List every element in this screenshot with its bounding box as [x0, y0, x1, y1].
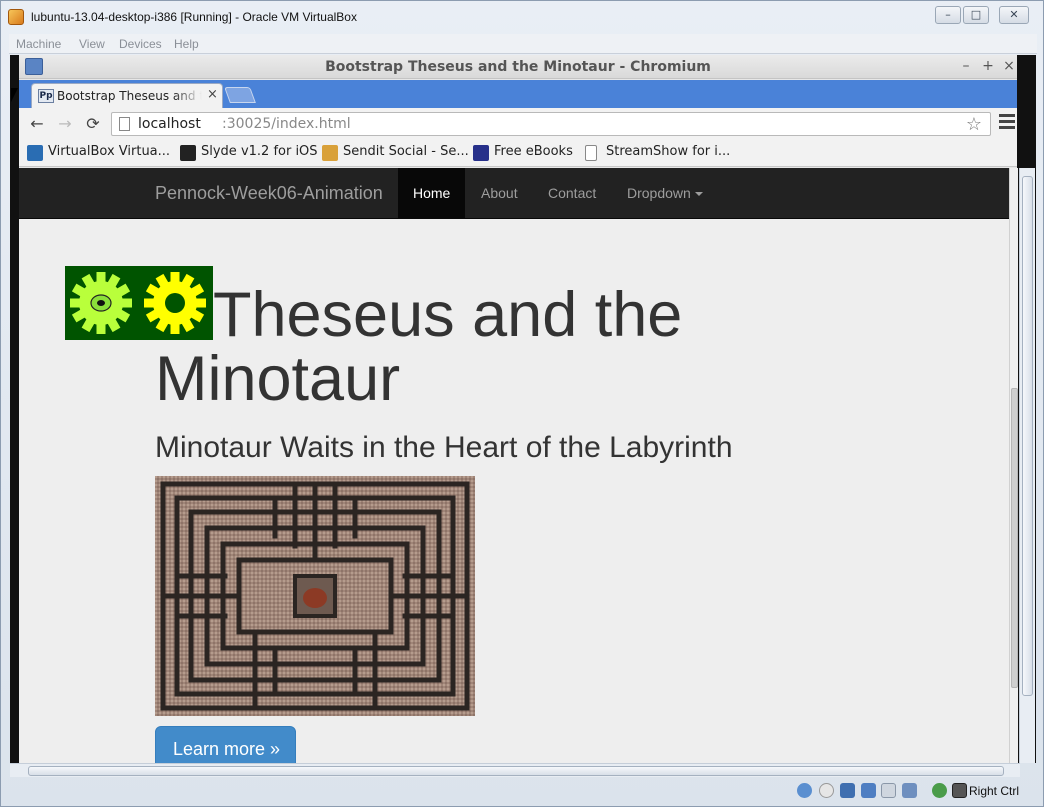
network-icon[interactable]: [861, 783, 876, 798]
menu-devices[interactable]: Devices: [119, 37, 162, 51]
keyboard-capture-icon[interactable]: [952, 783, 967, 798]
heading-line-1: Theseus and the: [213, 280, 683, 350]
vbox-maximize-button[interactable]: □: [963, 6, 989, 24]
display-icon[interactable]: [902, 783, 917, 798]
address-bar[interactable]: localhost :30025/index.html ☆: [111, 112, 991, 136]
hard-disk-icon[interactable]: [797, 783, 812, 798]
vbox-hscroll-thumb[interactable]: [28, 766, 1004, 776]
vbox-titlebar: lubuntu-13.04-desktop-i386 [Running] - O…: [1, 1, 1043, 33]
mouse-cursor-icon: [11, 88, 18, 102]
tab-strip: Pp Bootstrap Theseus and the Minotaur ×: [19, 80, 1017, 108]
vbox-vertical-scrollbar[interactable]: [1019, 168, 1035, 763]
virtualbox-window: lubuntu-13.04-desktop-i386 [Running] - O…: [0, 0, 1044, 807]
chromium-window: Bootstrap Theseus and the Minotaur - Chr…: [19, 55, 1017, 763]
vbox-horizontal-scrollbar[interactable]: [10, 763, 1020, 777]
nav-home[interactable]: Home: [398, 168, 466, 218]
chromium-close-button[interactable]: ×: [1002, 58, 1016, 74]
chromium-titlebar: Bootstrap Theseus and the Minotaur - Chr…: [19, 55, 1017, 79]
menu-view[interactable]: View: [79, 37, 105, 51]
host-key-label: Right Ctrl: [969, 784, 1020, 798]
vbox-statusbar: Right Ctrl: [1, 779, 1043, 806]
vbox-minimize-button[interactable]: –: [935, 6, 961, 24]
back-icon[interactable]: ←: [27, 114, 47, 134]
vbox-menubar: Machine View Devices Help: [9, 34, 1037, 54]
slyde-icon: [180, 145, 196, 161]
url-path: :30025/index.html: [222, 116, 351, 132]
vbox-close-button[interactable]: ✕: [999, 6, 1029, 24]
optical-drive-icon[interactable]: [819, 783, 834, 798]
usb-icon[interactable]: [840, 783, 855, 798]
page-subheading: Minotaur Waits in the Heart of the Labyr…: [155, 431, 733, 464]
forward-icon[interactable]: →: [55, 114, 75, 134]
bookmark-label: Slyde v1.2 for iOS: [201, 144, 318, 159]
heading-line-2: Minotaur: [155, 344, 401, 414]
page-scrollbar-thumb[interactable]: [1011, 388, 1018, 688]
bookmark-label: Free eBooks: [494, 144, 573, 159]
navbar-brand[interactable]: Pennock-Week06-Animation: [155, 183, 383, 204]
page-heading: Theseus and the Minotaur: [155, 283, 855, 411]
chromium-window-title: Bootstrap Theseus and the Minotaur - Chr…: [325, 59, 711, 75]
chromium-minimize-button[interactable]: –: [959, 58, 973, 74]
tab-active[interactable]: Pp Bootstrap Theseus and the Minotaur ×: [31, 83, 223, 108]
shared-folders-icon[interactable]: [881, 783, 896, 798]
sendit-icon: [322, 145, 338, 161]
vbox-vscroll-thumb[interactable]: [1022, 176, 1033, 696]
bookmark-label: StreamShow for i...: [606, 144, 731, 159]
page-icon: [585, 145, 597, 161]
nav-dropdown[interactable]: Dropdown: [612, 168, 718, 218]
vbox-window-title: lubuntu-13.04-desktop-i386 [Running] - O…: [31, 10, 357, 24]
mouse-integration-icon[interactable]: [932, 783, 947, 798]
bookmarks-bar: VirtualBox Virtua... Slyde v1.2 for iOS …: [19, 140, 1017, 167]
nav-contact[interactable]: Contact: [533, 168, 611, 218]
bookmark-star-icon[interactable]: ☆: [966, 114, 982, 135]
bookmark-label: VirtualBox Virtua...: [48, 144, 171, 159]
caret-down-icon: [694, 192, 703, 197]
reload-icon[interactable]: ⟳: [83, 114, 103, 134]
url-host: localhost: [138, 116, 201, 132]
tab-title: Bootstrap Theseus and the Minotaur: [57, 89, 202, 103]
virtualbox-icon: [27, 145, 43, 161]
chromium-menu-icon[interactable]: [999, 114, 1015, 130]
page-vertical-scrollbar[interactable]: [1009, 168, 1018, 763]
page-viewport: Pennock-Week06-Animation Home About Cont…: [19, 168, 1009, 763]
new-tab-button[interactable]: [224, 87, 256, 103]
site-navbar: Pennock-Week06-Animation Home About Cont…: [19, 168, 1009, 219]
learn-more-button[interactable]: Learn more »: [155, 726, 296, 763]
nav-dropdown-label: Dropdown: [627, 185, 691, 201]
browser-toolbar: ← → ⟳ localhost :30025/index.html ☆: [19, 108, 1017, 140]
chromium-maximize-button[interactable]: +: [981, 58, 995, 74]
tab-close-icon[interactable]: ×: [207, 87, 218, 102]
nav-about[interactable]: About: [466, 168, 533, 218]
page-icon: [119, 117, 130, 131]
menu-machine[interactable]: Machine: [16, 37, 61, 51]
bookmark-label: Sendit Social - Se...: [343, 144, 469, 159]
labyrinth-mosaic-image: [155, 476, 475, 716]
menu-help[interactable]: Help: [174, 37, 199, 51]
book-icon: [473, 145, 489, 161]
virtualbox-app-icon: [8, 9, 24, 25]
tab-favicon-icon: Pp: [38, 89, 54, 103]
